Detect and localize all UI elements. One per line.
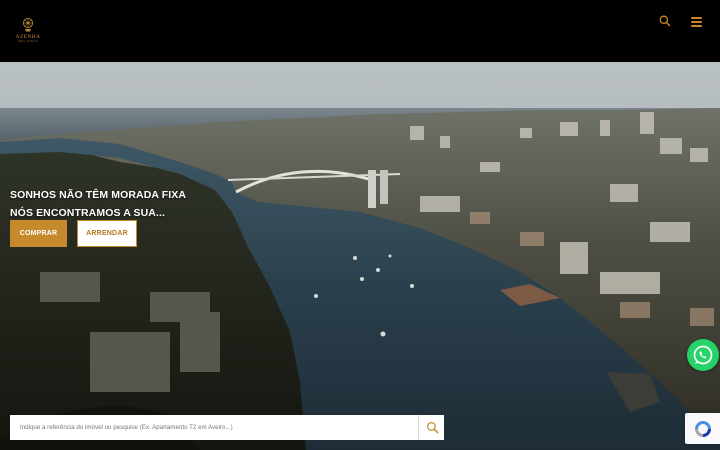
search-icon <box>659 15 671 27</box>
recaptcha-icon <box>695 421 711 437</box>
hero-background-image <box>0 62 720 450</box>
search-icon <box>426 421 439 434</box>
hamburger-menu-button[interactable] <box>690 15 704 29</box>
rent-button[interactable]: ARRENDAR <box>77 220 137 247</box>
hamburger-menu-icon <box>691 17 702 20</box>
header-search-button[interactable] <box>658 14 672 28</box>
whatsapp-icon <box>693 345 713 365</box>
logo-subtitle: REAL ESTATE <box>18 40 38 43</box>
hamburger-line <box>691 25 702 28</box>
property-search-bar <box>10 415 444 440</box>
hero-section: SONHOS NÃO TÊM MORADA FIXA NÓS ENCONTRAM… <box>0 62 720 450</box>
search-submit-button[interactable] <box>418 415 444 440</box>
headline-line-1: SONHOS NÃO TÊM MORADA FIXA <box>10 189 187 201</box>
hamburger-line <box>691 21 702 24</box>
azenha-logo[interactable]: AZENHA REAL ESTATE <box>14 16 42 46</box>
hero-headline: SONHOS NÃO TÊM MORADA FIXA NÓS ENCONTRAM… <box>10 186 186 222</box>
whatsapp-button[interactable] <box>687 339 719 371</box>
wheel-emblem-icon <box>22 17 34 32</box>
site-header: AZENHA REAL ESTATE <box>0 0 720 62</box>
buy-button[interactable]: COMPRAR <box>10 220 67 247</box>
recaptcha-badge[interactable] <box>685 413 720 444</box>
property-search-input[interactable] <box>10 415 418 440</box>
